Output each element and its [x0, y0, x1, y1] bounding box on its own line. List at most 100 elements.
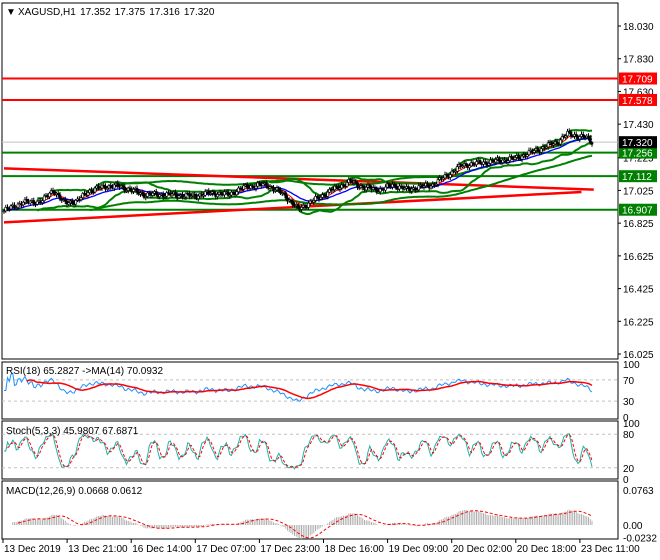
stoch-axis-label: 0 — [623, 475, 629, 486]
time-label: 17 Dec 07:00 — [196, 544, 256, 555]
candle-body — [569, 131, 573, 137]
time-label: 13 Dec 2019 — [4, 544, 61, 555]
candle-body — [345, 182, 349, 187]
time-label: 19 Dec 09:00 — [389, 544, 449, 555]
candle-body — [86, 192, 90, 196]
candle-body — [74, 200, 78, 205]
candle-body — [364, 187, 368, 191]
candle-body — [154, 191, 158, 195]
candle-body — [426, 183, 429, 186]
stoch-axis-label: 80 — [623, 430, 635, 441]
stoch-axis-label: 20 — [623, 464, 635, 475]
time-label: 18 Dec 16:00 — [325, 544, 385, 555]
candle-body — [384, 186, 387, 191]
chart-canvas: ▼ XAGUSD,H1 17.352 17.375 17.316 17.320 18.0… — [1, 2, 657, 555]
candle-body — [135, 187, 139, 193]
candle-body — [116, 182, 120, 187]
candle-body — [284, 192, 288, 199]
candle-body — [581, 134, 585, 137]
candle-body — [277, 187, 281, 191]
macd-axis-label: 0.00 — [623, 521, 643, 532]
candle-body — [455, 166, 459, 172]
candle-body — [242, 185, 246, 190]
collapse-triangle-icon[interactable]: ▼ — [6, 7, 16, 18]
candle-body — [216, 194, 219, 197]
price-tick-label: 17.430 — [623, 120, 654, 131]
stoch-axis-label: 100 — [623, 419, 640, 430]
candle-body — [93, 187, 97, 193]
time-label: 17 Dec 23:00 — [260, 544, 320, 555]
candle-body — [193, 193, 197, 197]
price-axis: 18.03017.83017.63017.43017.22517.02516.8… — [618, 22, 657, 361]
candle-body — [475, 161, 478, 165]
price-tick-label: 16.625 — [623, 252, 654, 263]
candle-body — [235, 191, 239, 195]
candle-body — [394, 184, 398, 189]
candle-body — [410, 188, 414, 192]
chart-header: XAGUSD,H1 17.352 17.375 17.316 17.320 — [18, 7, 215, 18]
candle-body — [296, 204, 300, 208]
time-label: 13 Dec 21:00 — [68, 544, 128, 555]
candle-body — [536, 148, 540, 152]
candle-body — [448, 174, 452, 178]
stoch-panel: 10080 200 Stoch(5,3,3) 45.9807 67.6871 — [1, 419, 640, 486]
macd-axis-label: 0.0763 — [623, 486, 654, 497]
candle-body — [58, 194, 62, 200]
rsi-label: RSI(18) 65.2827 ->MA(14) 70.0932 — [6, 366, 163, 377]
rsi-panel: 10070300 RSI(18) 65.2827 ->MA(14) 70.093… — [1, 360, 640, 424]
price-tag-label: 16.907 — [622, 206, 653, 217]
candle-body — [307, 202, 310, 208]
candle-body — [151, 192, 155, 196]
candle-body — [375, 187, 379, 193]
price-tick-label: 16.825 — [623, 219, 654, 230]
macd-panel: 0.0763 0.00 -0.0232 MACD(12,26,9) 0.0668 0… — [1, 480, 657, 545]
candle-body — [578, 136, 582, 140]
stoch-label: Stoch(5,3,3) 45.9807 67.6871 — [6, 426, 139, 437]
price-tag-label: 17.709 — [622, 75, 653, 86]
candle-body — [254, 185, 258, 189]
candle-body — [291, 200, 295, 206]
rsi-axis-label: 70 — [623, 376, 635, 387]
candle-body — [539, 148, 543, 153]
candle-body — [494, 159, 498, 163]
candle-body — [356, 182, 359, 188]
time-label: 16 Dec 14:00 — [132, 544, 192, 555]
price-tick-label: 16.425 — [623, 285, 654, 296]
candle-body — [429, 185, 433, 189]
candle-body — [559, 139, 562, 145]
candle-body — [497, 157, 501, 162]
candle-body — [574, 134, 578, 137]
candle-body — [478, 159, 482, 164]
candle-body — [417, 185, 421, 191]
candle-body — [79, 197, 83, 201]
candle-body — [21, 202, 25, 206]
candle-body — [326, 191, 330, 197]
time-label: 20 Dec 02:00 — [453, 544, 513, 555]
macd-label: MACD(12,26,9) 0.0668 0.0612 — [6, 486, 143, 497]
rsi-axis-label: 30 — [623, 397, 635, 408]
rsi-axis-label: 100 — [623, 360, 640, 371]
candle-body — [517, 155, 520, 159]
candle-body — [196, 195, 200, 199]
candle-body — [588, 137, 592, 143]
candle-body — [32, 200, 36, 205]
macd-axis-label: -0.0232 — [623, 534, 657, 545]
candle-body — [212, 191, 216, 195]
candle-body — [245, 184, 249, 188]
time-axis: 13 Dec 2019 13 Dec 21:00 16 Dec 14:00 17 De… — [2, 539, 640, 555]
time-label: 23 Dec 11:00 — [581, 544, 640, 555]
candle-body — [590, 142, 594, 145]
candle-body — [436, 179, 440, 185]
candle-body — [368, 184, 372, 189]
price-tag-label: 17.256 — [622, 149, 653, 160]
price-tick-label: 18.030 — [623, 22, 654, 33]
candle-body — [112, 184, 116, 189]
price-tick-label: 17.025 — [623, 186, 654, 197]
price-tag-label: 17.112 — [622, 172, 652, 183]
price-tick-label: 17.830 — [623, 55, 654, 66]
price-tag-label: 17.578 — [622, 96, 653, 107]
time-label: 20 Dec 18:00 — [517, 544, 577, 555]
candle-body — [132, 189, 135, 192]
candle-body — [70, 200, 74, 204]
main-panel: ▼ XAGUSD,H1 17.352 17.375 17.316 17.320 — [1, 2, 619, 360]
